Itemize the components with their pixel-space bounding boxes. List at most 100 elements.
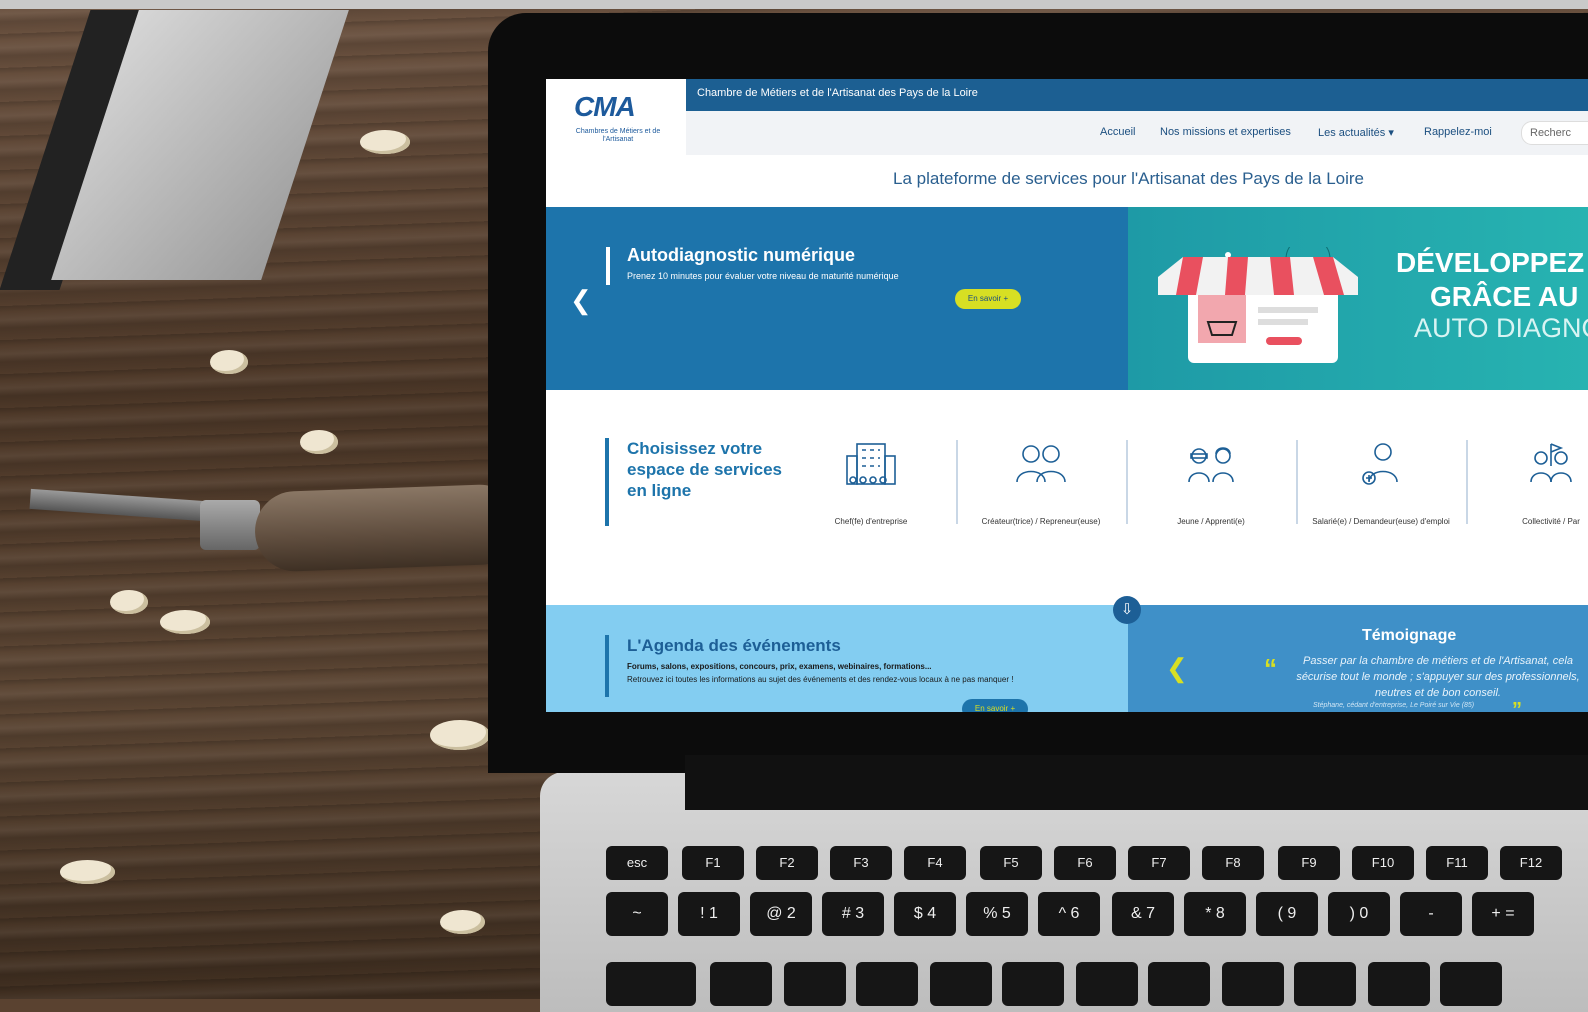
espace-section: Choisissez votre espace de services en l… (546, 390, 1588, 605)
top-strip (0, 0, 1588, 9)
scroll-down-icon[interactable]: ⇩ (1113, 596, 1141, 624)
key-f4[interactable]: F4 (904, 846, 966, 880)
wood-shaving (110, 590, 148, 614)
espace-item-chef-entreprise[interactable]: Chef(fe) d'entreprise (788, 440, 954, 530)
key-3[interactable]: # 3 (822, 892, 884, 936)
espace-item-jeune[interactable]: Jeune / Apprenti(e) (1128, 440, 1294, 530)
logo-subtitle: Chambres de Métiers et de l'Artisanat (575, 128, 661, 143)
espace-item-label: Créateur(trice) / Repreneur(euse) (981, 517, 1101, 526)
key-f2[interactable]: F2 (756, 846, 818, 880)
key-f1[interactable]: F1 (682, 846, 744, 880)
key-f9[interactable]: F9 (1278, 846, 1340, 880)
org-name: Chambre de Métiers et de l'Artisanat des… (697, 87, 978, 99)
key-equal[interactable]: + = (1472, 892, 1534, 936)
wood-shaving (60, 860, 115, 884)
promo-line-1: DÉVELOPPEZ VOTI (1396, 247, 1588, 278)
key-r[interactable] (930, 962, 992, 1006)
chisel-ferrule (200, 500, 260, 550)
quote-open-icon: “ (1264, 653, 1277, 683)
nav-missions[interactable]: Nos missions et expertises (1160, 126, 1291, 138)
hero-slider: ❮ Autodiagnostic numérique Prenez 10 min… (546, 207, 1588, 390)
key-2[interactable]: @ 2 (750, 892, 812, 936)
agenda-categories: Forums, salons, expositions, concours, p… (627, 662, 932, 671)
young-people-icon (1188, 447, 1234, 483)
wood-shaving (210, 350, 248, 374)
main-nav: Accueil Nos missions et expertises Les a… (546, 111, 1588, 155)
chevron-left-icon[interactable]: ❮ (1166, 653, 1188, 684)
key-tilde[interactable]: ~ (606, 892, 668, 936)
wood-shaving (300, 430, 338, 454)
agenda-description: Retrouvez ici toutes les informations au… (627, 675, 1014, 684)
key-u[interactable] (1148, 962, 1210, 1006)
key-f11[interactable]: F11 (1426, 846, 1488, 880)
key-tab[interactable] (606, 962, 696, 1006)
key-w[interactable] (784, 962, 846, 1006)
key-y[interactable] (1076, 962, 1138, 1006)
building-icon (846, 443, 896, 485)
espace-item-label: Collectivité / Par (1522, 517, 1580, 526)
key-7[interactable]: & 7 (1112, 892, 1174, 936)
promo-banner: DÉVELOPPEZ VOTI GRÂCE AU NUM AUTO DIAGNO… (1128, 207, 1588, 390)
key-q[interactable] (710, 962, 772, 1006)
key-esc[interactable]: esc (606, 846, 668, 880)
nav-accueil[interactable]: Accueil (1100, 126, 1135, 138)
wood-shaving (440, 910, 485, 934)
promo-line-2: GRÂCE AU NUM (1430, 281, 1588, 312)
key-f3[interactable]: F3 (830, 846, 892, 880)
key-e[interactable] (856, 962, 918, 1006)
espace-item-salarie[interactable]: Salarié(e) / Demandeur(euse) d'emploi (1298, 440, 1464, 530)
slide-subtitle: Prenez 10 minutes pour évaluer votre niv… (627, 271, 899, 281)
key-8[interactable]: * 8 (1184, 892, 1246, 936)
wood-shaving (160, 610, 210, 634)
chevron-left-icon[interactable]: ❮ (570, 285, 592, 316)
key-i[interactable] (1222, 962, 1284, 1006)
key-9[interactable]: ( 9 (1256, 892, 1318, 936)
key-o[interactable] (1294, 962, 1356, 1006)
key-f12[interactable]: F12 (1500, 846, 1562, 880)
key-t[interactable] (1002, 962, 1064, 1006)
key-f8[interactable]: F8 (1202, 846, 1264, 880)
key-p[interactable] (1368, 962, 1430, 1006)
key-0[interactable]: ) 0 (1328, 892, 1390, 936)
espace-accent-bar (605, 438, 609, 526)
key-1[interactable]: ! 1 (678, 892, 740, 936)
key-6[interactable]: ^ 6 (1038, 892, 1100, 936)
key-f7[interactable]: F7 (1128, 846, 1190, 880)
agenda-accent-bar (605, 635, 609, 697)
browser-screen: Chambre de Métiers et de l'Artisanat des… (546, 79, 1588, 712)
quote-close-icon: ” (1512, 699, 1522, 712)
agenda-title: L'Agenda des événements (627, 636, 841, 655)
testimonial-author: Stéphane, cédant d'entreprise, Le Poiré … (1313, 702, 1475, 709)
community-icon (1530, 443, 1572, 483)
nav-rappelez-moi[interactable]: Rappelez-moi (1424, 126, 1492, 138)
testimonial-title: Témoignage (1362, 627, 1457, 644)
top-banner: Chambre de Métiers et de l'Artisanat des… (671, 79, 1588, 111)
logo[interactable]: CMA Chambres de Métiers et de l'Artisana… (546, 79, 686, 157)
laptop-keyboard: esc F1 F2 F3 F4 F5 F6 F7 F8 F9 F10 F11 F… (598, 840, 1588, 1006)
espace-item-label: Salarié(e) / Demandeur(euse) d'emploi (1312, 517, 1450, 526)
key-f10[interactable]: F10 (1352, 846, 1414, 880)
testimonial-section: Témoignage ❮ “ Passer par la chambre de … (1128, 605, 1588, 712)
slide-accent-bar (606, 247, 610, 285)
espace-item-createur[interactable]: Créateur(trice) / Repreneur(euse) (958, 440, 1124, 530)
agenda-learn-more-button[interactable]: En savoir + (962, 699, 1028, 712)
wood-shaving (360, 130, 410, 154)
espace-item-label: Chef(fe) d'entreprise (834, 517, 908, 526)
laptop-hinge (685, 755, 1588, 810)
key-f5[interactable]: F5 (980, 846, 1042, 880)
logo-mark: CMA (574, 91, 636, 122)
promo-line-3: AUTO DIAGNOSTI (1414, 313, 1588, 343)
key-5[interactable]: % 5 (966, 892, 1028, 936)
key-minus[interactable]: - (1400, 892, 1462, 936)
nav-actualites[interactable]: Les actualités ▾ (1318, 126, 1394, 139)
key-4[interactable]: $ 4 (894, 892, 956, 936)
key-f6[interactable]: F6 (1054, 846, 1116, 880)
slide-learn-more-button[interactable]: En savoir + (955, 289, 1021, 309)
key-bracket[interactable] (1440, 962, 1502, 1006)
page-headline: La plateforme de services pour l'Artisan… (893, 169, 1364, 188)
chisel-handle (253, 483, 522, 573)
wood-shaving (430, 720, 490, 750)
employee-icon (1362, 443, 1398, 485)
espace-item-collectivite[interactable]: Collectivité / Par (1468, 440, 1588, 530)
search-input[interactable]: Recherc (1521, 121, 1588, 145)
